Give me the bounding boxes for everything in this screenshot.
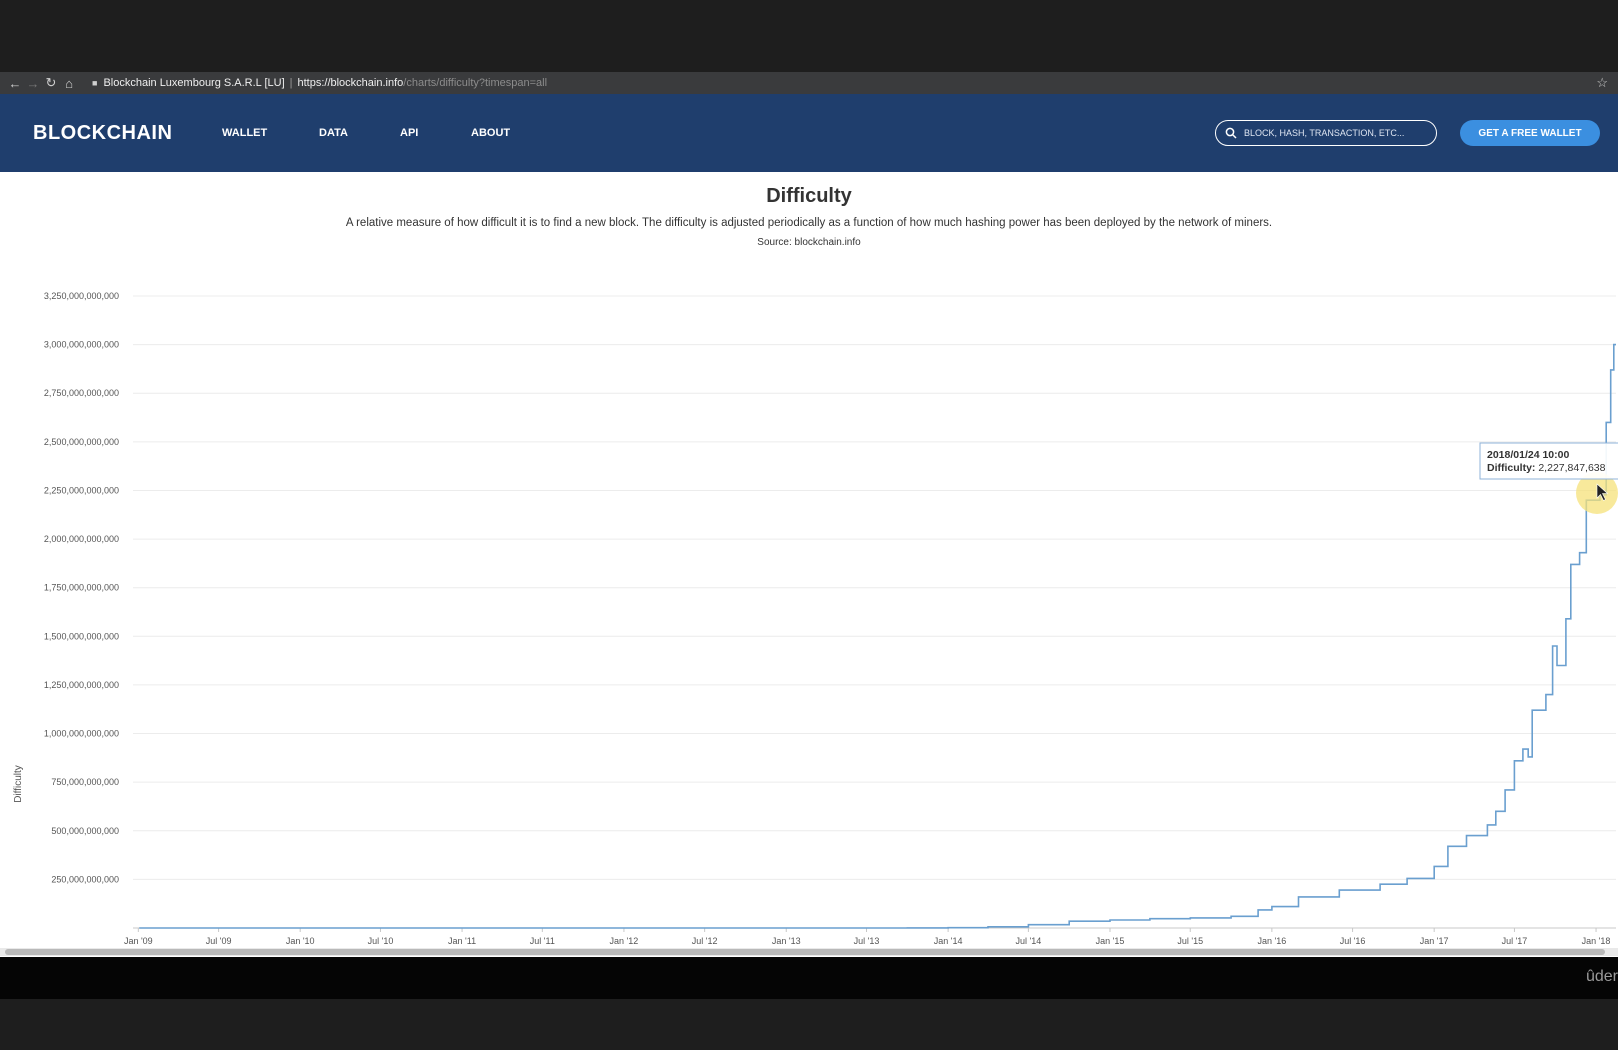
x-tick-label: Jul '10 [368,936,394,946]
search-box[interactable] [1215,120,1437,146]
tooltip-value: 2,227,847,638 [1538,462,1605,474]
x-tick-label: Jul '17 [1502,936,1528,946]
y-tick-labels: 250,000,000,000 500,000,000,000 750,000,00… [44,291,119,884]
x-tick-label: Jul '16 [1340,936,1366,946]
y-tick-label: 750,000,000,000 [51,777,119,787]
tooltip-date: 2018/01/24 10:00 [1487,449,1569,461]
url-path[interactable]: /charts/difficulty?timespan=all [403,77,547,89]
search-input[interactable] [1242,127,1426,139]
x-tick-label: Jan '16 [1257,936,1286,946]
difficulty-chart[interactable]: Difficulty 250,000,000,000 500,000,000,00… [0,172,1618,948]
site-logo[interactable]: BLOCKCHAIN [33,122,172,145]
x-tick-label: Jan '13 [772,936,801,946]
nav-data[interactable]: DATA [319,127,348,139]
video-bottom-bar: ûder [0,957,1618,999]
y-tick-label: 2,250,000,000,000 [44,485,119,495]
x-tick-label: Jan '09 [124,936,153,946]
svg-text:Difficulty: 2,227,847,638: Difficulty: 2,227,847,638 [1487,462,1606,474]
top-letterbox [0,0,1618,72]
arrow-left-icon[interactable]: ← [6,76,24,91]
x-tick-label: Jul '11 [530,936,555,946]
y-tick-label: 1,750,000,000,000 [44,583,119,593]
y-axis-label: Difficulty [13,765,24,803]
x-tick-label: Jan '10 [286,936,315,946]
x-tick-label: Jan '14 [934,936,963,946]
nav-about[interactable]: ABOUT [471,127,510,139]
y-tick-label: 1,250,000,000,000 [44,680,119,690]
home-icon[interactable]: ⌂ [60,76,78,91]
browser-address-bar[interactable]: ← → ↻ ⌂ ■ Blockchain Luxembourg S.A.R.L … [0,72,1618,94]
y-tick-label: 500,000,000,000 [51,826,119,836]
scrollbar-thumb[interactable] [5,949,1605,955]
search-icon [1225,127,1237,139]
site-identity: Blockchain Luxembourg S.A.R.L [LU] [103,77,285,89]
nav-wallet[interactable]: WALLET [222,127,267,139]
y-tick-label: 3,000,000,000,000 [44,340,119,350]
y-tick-label: 2,500,000,000,000 [44,437,119,447]
x-tick-label: Jan '15 [1096,936,1125,946]
x-tick-label: Jan '11 [448,936,476,946]
x-tick-label: Jul '15 [1177,936,1203,946]
x-tick-label: Jul '13 [854,936,880,946]
get-free-wallet-button[interactable]: GET A FREE WALLET [1460,120,1600,146]
x-tick-label: Jan '18 [1582,936,1611,946]
nav-api[interactable]: API [400,127,418,139]
y-tick-label: 3,250,000,000,000 [44,291,119,301]
star-icon[interactable]: ☆ [1596,75,1608,91]
x-tick-label: Jul '09 [206,936,232,946]
y-tick-label: 1,500,000,000,000 [44,631,119,641]
watermark: ûder [1585,968,1618,985]
reload-icon[interactable]: ↻ [42,75,60,91]
url-host[interactable]: https://blockchain.info [297,77,403,89]
bottom-letterbox [0,999,1618,1050]
y-tick-label: 2,000,000,000,000 [44,534,119,544]
x-tick-label: Jul '14 [1016,936,1042,946]
tooltip: 2018/01/24 10:00 Difficulty: 2,227,847,6… [1479,442,1618,480]
x-tick-label: Jul '12 [692,936,718,946]
x-tick-labels: Jan '09 Jul '09 Jan '10 Jul '10 Jan '11 Jul '… [124,936,1610,946]
x-tick-label: Jan '17 [1420,936,1449,946]
arrow-right-icon[interactable]: → [24,76,42,91]
site-header: BLOCKCHAIN WALLET DATA API ABOUT GET A F… [0,94,1618,172]
y-tick-label: 1,000,000,000,000 [44,729,119,739]
horizontal-scrollbar[interactable] [0,948,1618,956]
lock-icon: ■ [92,78,98,88]
gridlines [133,295,1616,932]
url-separator: | [289,77,293,89]
tooltip-label: Difficulty: [1487,462,1535,474]
x-tick-label: Jan '12 [610,936,639,946]
y-tick-label: 2,750,000,000,000 [44,388,119,398]
y-tick-label: 250,000,000,000 [51,874,119,884]
